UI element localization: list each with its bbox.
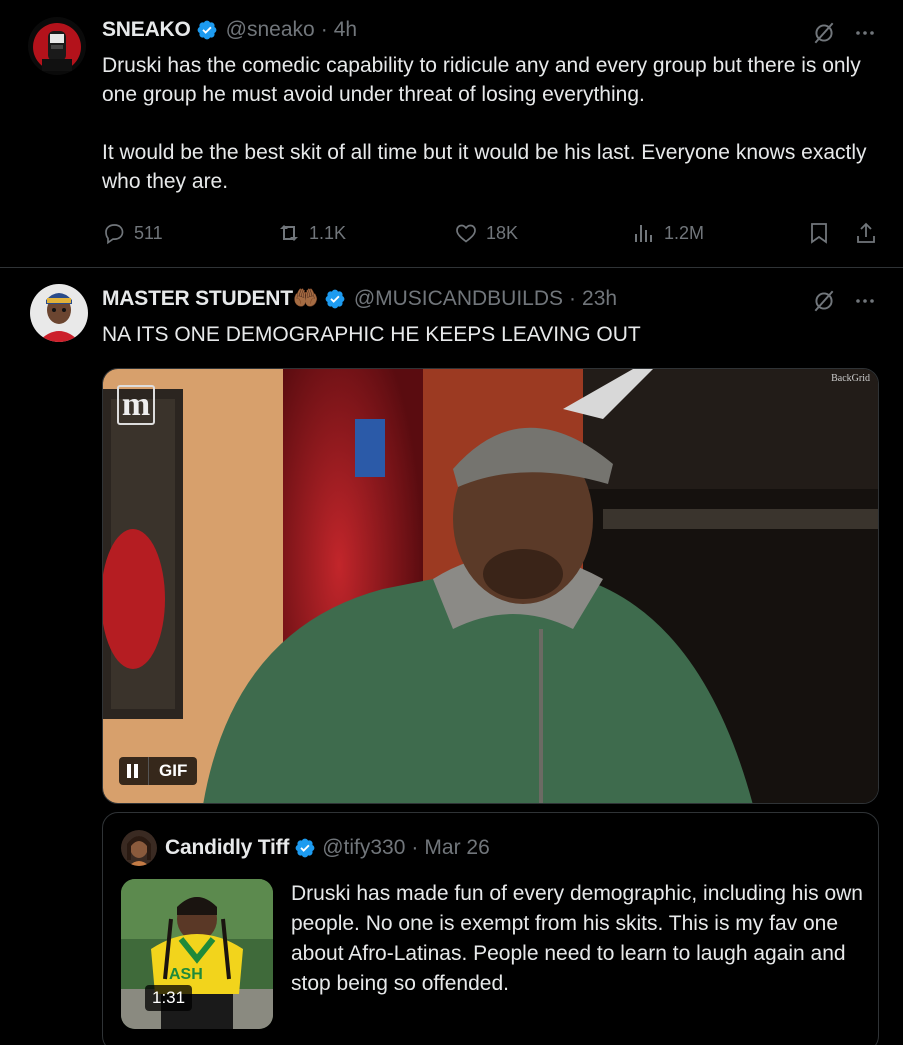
quote-text: Druski has made fun of every demographic… bbox=[291, 882, 863, 995]
verified-badge-icon[interactable] bbox=[294, 837, 316, 859]
bookmark-icon bbox=[811, 223, 827, 244]
author-name[interactable]: SNEAKO bbox=[102, 18, 191, 42]
tweet-top-icons bbox=[811, 20, 877, 46]
gif-frame bbox=[103, 369, 878, 803]
grok-icon[interactable] bbox=[811, 288, 837, 314]
tweet-time[interactable]: 23h bbox=[582, 287, 617, 311]
media-logo: m bbox=[117, 385, 155, 425]
like-count: 18K bbox=[486, 222, 519, 243]
reply-icon bbox=[105, 224, 124, 245]
view-count: 1.2M bbox=[664, 222, 705, 243]
tweet-text: NA ITS ONE DEMOGRAPHIC HE KEEPS LEAVING … bbox=[102, 323, 641, 346]
badge-divider bbox=[148, 757, 149, 785]
action-bar: 511 1.1K 18K 1.2M bbox=[102, 218, 882, 248]
verified-badge-icon[interactable] bbox=[324, 288, 346, 310]
more-icon[interactable] bbox=[853, 289, 877, 313]
views-icon bbox=[635, 225, 652, 242]
bookmark-button[interactable] bbox=[807, 218, 831, 248]
quote-author-handle[interactable]: @tify330 bbox=[322, 836, 405, 860]
like-icon bbox=[456, 224, 476, 243]
tweet-paragraph: It would be the best skit of all time bu… bbox=[102, 141, 867, 193]
tweet-header: SNEAKO @sneako · 4h bbox=[102, 18, 357, 42]
quote-date[interactable]: Mar 26 bbox=[424, 836, 489, 860]
repost-icon bbox=[280, 225, 298, 241]
watermark: BackGrid bbox=[831, 373, 870, 384]
tweet-time[interactable]: 4h bbox=[334, 18, 357, 42]
author-handle[interactable]: @sneako bbox=[226, 18, 315, 42]
separator-dot: · bbox=[569, 287, 577, 310]
avatar-candidly-tiff[interactable] bbox=[121, 830, 157, 866]
quote-author-name[interactable]: Candidly Tiff bbox=[165, 836, 289, 860]
avatar-sneako[interactable] bbox=[28, 17, 86, 75]
repost-count: 1.1K bbox=[309, 222, 347, 243]
reply-count: 511 bbox=[134, 222, 163, 243]
like-button[interactable]: 18K bbox=[454, 218, 518, 248]
quoted-tweet[interactable]: Candidly Tiff @tify330 · Mar 26 ASH 1:31 bbox=[102, 812, 879, 1045]
svg-text:ASH: ASH bbox=[169, 966, 203, 983]
gif-media[interactable]: m BackGrid GIF bbox=[102, 368, 879, 804]
tweet-top-icons bbox=[811, 288, 877, 314]
repost-button[interactable]: 1.1K bbox=[277, 218, 346, 248]
quote-video-thumbnail[interactable]: ASH 1:31 bbox=[121, 879, 273, 1029]
avatar-master-student[interactable] bbox=[30, 284, 88, 342]
pause-icon[interactable] bbox=[127, 764, 138, 778]
share-button[interactable] bbox=[854, 218, 878, 248]
share-icon bbox=[857, 222, 875, 243]
views-button[interactable]: 1.2M bbox=[632, 218, 704, 248]
separator-dot: · bbox=[411, 836, 419, 859]
reply-button[interactable]: 511 bbox=[102, 218, 163, 248]
tweet-text: Druski has the comedic capability to rid… bbox=[102, 51, 882, 196]
tweet-paragraph: Druski has the comedic capability to rid… bbox=[102, 54, 861, 106]
author-handle[interactable]: @MUSICANDBUILDS bbox=[354, 287, 563, 311]
author-name[interactable]: MASTER STUDENT🤲🏾 bbox=[102, 287, 319, 311]
separator-dot: · bbox=[320, 18, 328, 41]
gif-badge[interactable]: GIF bbox=[119, 757, 198, 785]
quote-header: Candidly Tiff @tify330 · Mar 26 bbox=[121, 830, 490, 866]
tweet-header: MASTER STUDENT🤲🏾 @MUSICANDBUILDS · 23h bbox=[102, 287, 617, 311]
more-icon[interactable] bbox=[853, 21, 877, 45]
gif-label: GIF bbox=[159, 761, 188, 780]
tweet-master-student[interactable]: MASTER STUDENT🤲🏾 @MUSICANDBUILDS · 23h N… bbox=[0, 268, 903, 1045]
video-duration: 1:31 bbox=[145, 985, 193, 1011]
grok-icon[interactable] bbox=[811, 20, 837, 46]
tweet-sneako[interactable]: SNEAKO @sneako · 4h Druski has the comed… bbox=[0, 0, 903, 268]
verified-badge-icon[interactable] bbox=[196, 19, 218, 41]
